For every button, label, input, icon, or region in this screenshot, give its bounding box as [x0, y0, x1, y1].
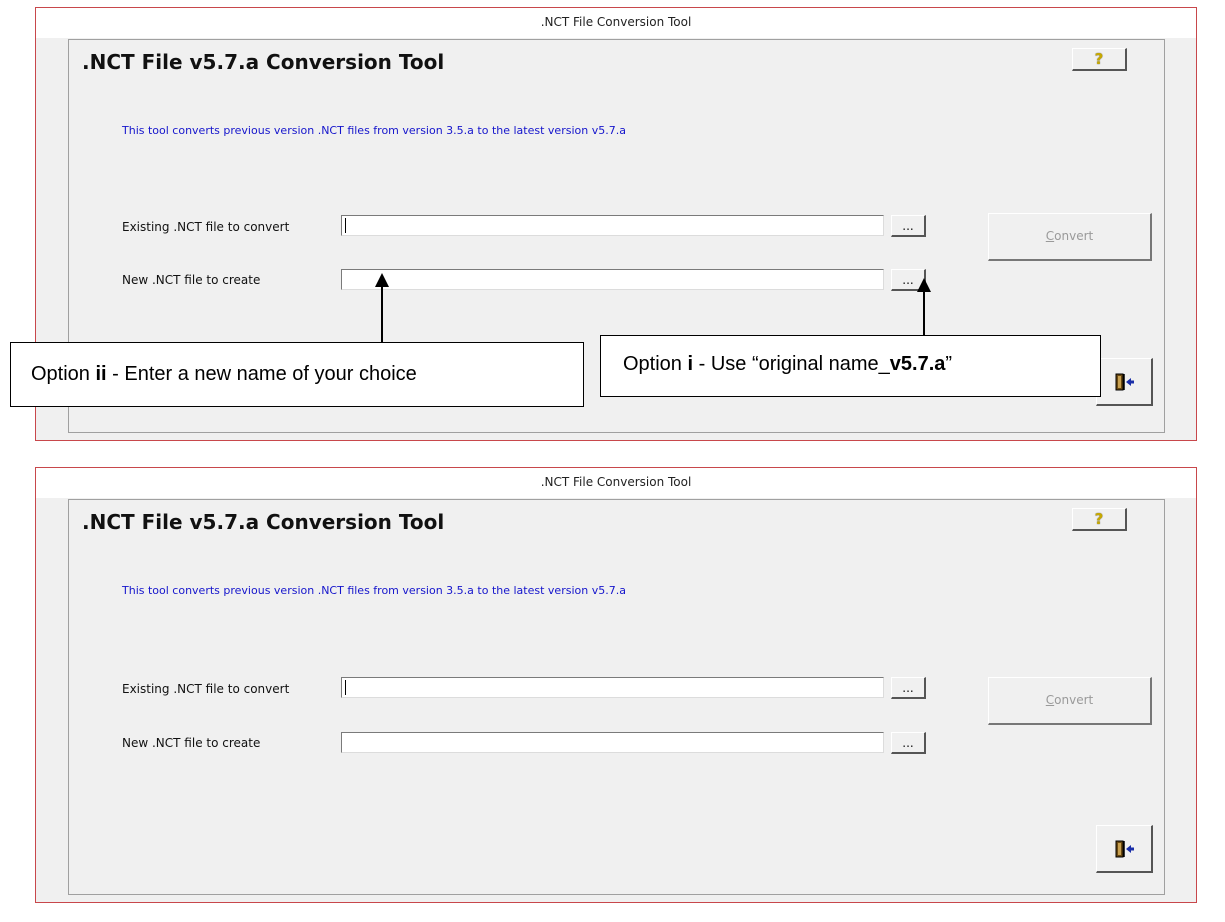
exit-door-icon: [1115, 840, 1134, 858]
new-file-input[interactable]: [341, 732, 884, 753]
tool-heading: .NCT File v5.7.a Conversion Tool: [82, 510, 445, 534]
browse-existing-button[interactable]: ...: [891, 677, 926, 699]
help-icon: ?: [1094, 510, 1104, 528]
exit-button[interactable]: [1096, 825, 1153, 873]
annotation-text: - Enter a new name of your choice: [106, 363, 417, 385]
convert-label: onvert: [1054, 693, 1094, 707]
existing-file-label: Existing .NCT file to convert: [122, 220, 290, 234]
new-file-label: New .NCT file to create: [122, 273, 261, 287]
window-title: .NCT File Conversion Tool: [540, 15, 692, 29]
annotation-arrow-head: [917, 278, 931, 292]
help-button[interactable]: ?: [1072, 508, 1127, 531]
annotation-bold: ii: [95, 363, 107, 385]
convert-button[interactable]: Convert: [988, 677, 1152, 725]
existing-file-label: Existing .NCT file to convert: [122, 682, 290, 696]
main-panel: .NCT File v5.7.a Conversion Tool ? This …: [68, 499, 1165, 895]
new-file-input[interactable]: [341, 269, 884, 290]
exit-button[interactable]: [1096, 358, 1153, 406]
window-title: .NCT File Conversion Tool: [540, 475, 692, 489]
convert-hotkey: C: [1045, 229, 1055, 243]
annotation-arrow-head: [375, 273, 389, 287]
annotation-arrow-line: [923, 290, 925, 336]
help-button[interactable]: ?: [1072, 48, 1127, 71]
annotation-option-ii: Option ii - Enter a new name of your cho…: [10, 342, 584, 407]
annotation-arrow-line: [381, 285, 383, 343]
annotation-text: Option: [623, 353, 688, 375]
annotation-bold: v5.7.a: [889, 353, 946, 375]
info-text: This tool converts previous version .NCT…: [122, 584, 626, 597]
new-file-label: New .NCT file to create: [122, 736, 261, 750]
annotation-text: ”: [945, 353, 953, 375]
convert-hotkey: C: [1045, 693, 1055, 707]
annotation-text: Option: [31, 363, 96, 385]
help-icon: ?: [1094, 50, 1104, 68]
browse-new-button[interactable]: ...: [891, 732, 926, 754]
convert-button[interactable]: Convert: [988, 213, 1152, 261]
annotation-option-i: Option i - Use “original name_v5.7.a”: [600, 335, 1101, 397]
title-bar: .NCT File Conversion Tool: [36, 8, 1196, 38]
tool-heading: .NCT File v5.7.a Conversion Tool: [82, 50, 445, 74]
browse-existing-button[interactable]: ...: [891, 215, 926, 237]
title-bar: .NCT File Conversion Tool: [36, 468, 1196, 498]
annotation-text: - Use “original name_: [693, 353, 890, 375]
existing-file-input[interactable]: [341, 677, 884, 698]
convert-label: onvert: [1054, 229, 1094, 243]
exit-door-icon: [1115, 373, 1134, 391]
existing-file-input[interactable]: [341, 215, 884, 236]
info-text: This tool converts previous version .NCT…: [122, 124, 626, 137]
conversion-tool-window-2: .NCT File Conversion Tool .NCT File v5.7…: [35, 467, 1197, 903]
